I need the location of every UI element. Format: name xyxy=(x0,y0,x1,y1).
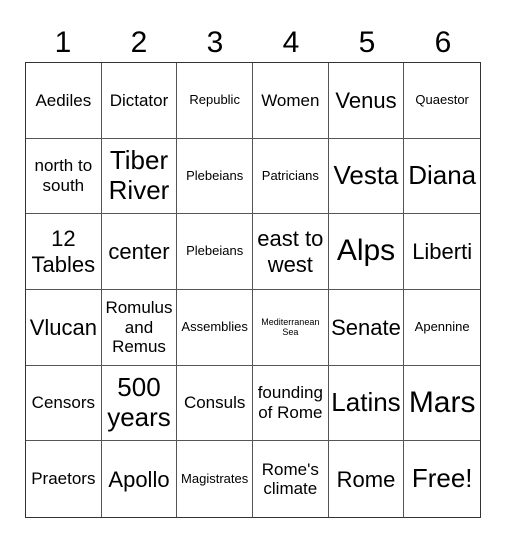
bingo-cell[interactable]: Apollo xyxy=(102,441,178,517)
cell-label: Magistrates xyxy=(181,470,249,486)
cell-label: Latins xyxy=(331,387,401,418)
bingo-cell[interactable]: Romulus and Remus xyxy=(101,289,178,366)
bingo-cell[interactable]: Assemblies xyxy=(177,289,253,366)
column-number: 5 xyxy=(358,26,376,59)
bingo-cell[interactable]: Liberti xyxy=(404,214,480,290)
cell-label: Quaestor xyxy=(415,91,469,107)
bingo-cell[interactable]: founding of Rome xyxy=(252,365,329,442)
cell-label: Senate xyxy=(331,314,401,340)
bingo-cell[interactable]: Apennine xyxy=(404,290,480,366)
cell-label: Vesta xyxy=(333,160,399,191)
bingo-cell[interactable]: 500 years xyxy=(101,365,178,442)
cell-label: Praetors xyxy=(31,469,96,489)
bingo-cell[interactable]: east to west xyxy=(252,214,329,290)
cell-label: 12 Tables xyxy=(31,226,96,277)
cell-label: Mars xyxy=(408,385,476,419)
bingo-cell[interactable]: Mediterranean Sea xyxy=(252,289,329,366)
cell-label: Plebeians xyxy=(186,167,244,183)
cell-label: 500 years xyxy=(107,372,171,432)
bingo-cell[interactable]: Alps xyxy=(328,214,405,290)
cell-label: Republic xyxy=(189,91,240,107)
bingo-cell[interactable]: Vesta xyxy=(328,138,405,215)
cell-label: Rome's climate xyxy=(261,459,319,499)
cell-label: Diana xyxy=(408,160,477,191)
bingo-cell[interactable]: Quaestor xyxy=(404,63,480,139)
bingo-cell[interactable]: center xyxy=(101,214,178,290)
bingo-cell[interactable]: Rome xyxy=(329,441,405,517)
cell-label: Free! xyxy=(411,463,473,494)
bingo-cell[interactable]: Tiber River xyxy=(101,138,178,215)
cell-label: Tiber River xyxy=(108,145,170,205)
column-number: 4 xyxy=(282,26,300,59)
bingo-cell[interactable]: Patricians xyxy=(252,138,329,215)
bingo-cell[interactable]: Women xyxy=(252,63,329,139)
cell-label: Consuls xyxy=(183,393,246,413)
cell-label: east to west xyxy=(257,226,324,277)
cell-label: Plebeians xyxy=(186,243,244,259)
bingo-cell[interactable]: Latins xyxy=(328,365,405,442)
cell-label: Alps xyxy=(336,234,396,268)
bingo-cell[interactable]: Plebeians xyxy=(177,138,253,215)
cell-label: Women xyxy=(261,90,320,110)
bingo-cell[interactable]: Mars xyxy=(404,366,480,442)
cell-label: Assemblies xyxy=(181,318,248,334)
cell-label: Romulus and Remus xyxy=(105,298,173,357)
free-space-cell[interactable]: Free! xyxy=(404,441,480,517)
bingo-cell[interactable]: Dictator xyxy=(101,63,178,139)
cell-label: Apollo xyxy=(108,466,170,492)
column-number: 3 xyxy=(206,26,224,59)
bingo-cell[interactable]: Consuls xyxy=(177,365,253,442)
bingo-cell[interactable]: Vlucan xyxy=(26,289,102,366)
column-number: 1 xyxy=(54,26,72,59)
bingo-cell[interactable]: Censors xyxy=(26,365,102,442)
bingo-cell[interactable]: 12 Tables xyxy=(26,214,102,290)
cell-label: Venus xyxy=(335,87,397,113)
bingo-cell[interactable]: Republic xyxy=(177,63,253,139)
bingo-cell[interactable]: Venus xyxy=(328,63,405,139)
bingo-cell[interactable]: Diana xyxy=(404,139,480,215)
cell-label: Vlucan xyxy=(29,314,97,340)
cell-label: Mediterranean Sea xyxy=(261,316,320,338)
cell-label: north to south xyxy=(34,156,93,195)
cell-label: Apennine xyxy=(414,318,470,334)
column-number: 2 xyxy=(130,26,148,59)
cell-label: Rome xyxy=(336,466,396,492)
cell-label: center xyxy=(108,239,170,264)
cell-label: founding of Rome xyxy=(257,383,323,422)
cell-label: Liberti xyxy=(412,239,473,264)
bingo-cell[interactable]: Senate xyxy=(328,289,405,366)
cell-label: Aediles xyxy=(35,90,92,110)
bingo-cell[interactable]: Aediles xyxy=(26,63,102,139)
cell-label: Patricians xyxy=(261,167,319,183)
bingo-cell[interactable]: Rome's climate xyxy=(253,441,329,517)
bingo-cell[interactable]: Praetors xyxy=(26,441,102,517)
cell-label: Dictator xyxy=(109,90,169,110)
bingo-cell[interactable]: Magistrates xyxy=(177,441,253,517)
column-number: 6 xyxy=(434,26,452,59)
bingo-cell[interactable]: north to south xyxy=(26,138,102,215)
column-header: 1 2 3 4 5 6 xyxy=(25,24,481,62)
bingo-cell[interactable]: Plebeians xyxy=(177,214,253,290)
cell-label: Censors xyxy=(31,393,95,413)
bingo-grid: Aediles Dictator Republic Women Venus Quaesto… xyxy=(25,62,481,518)
